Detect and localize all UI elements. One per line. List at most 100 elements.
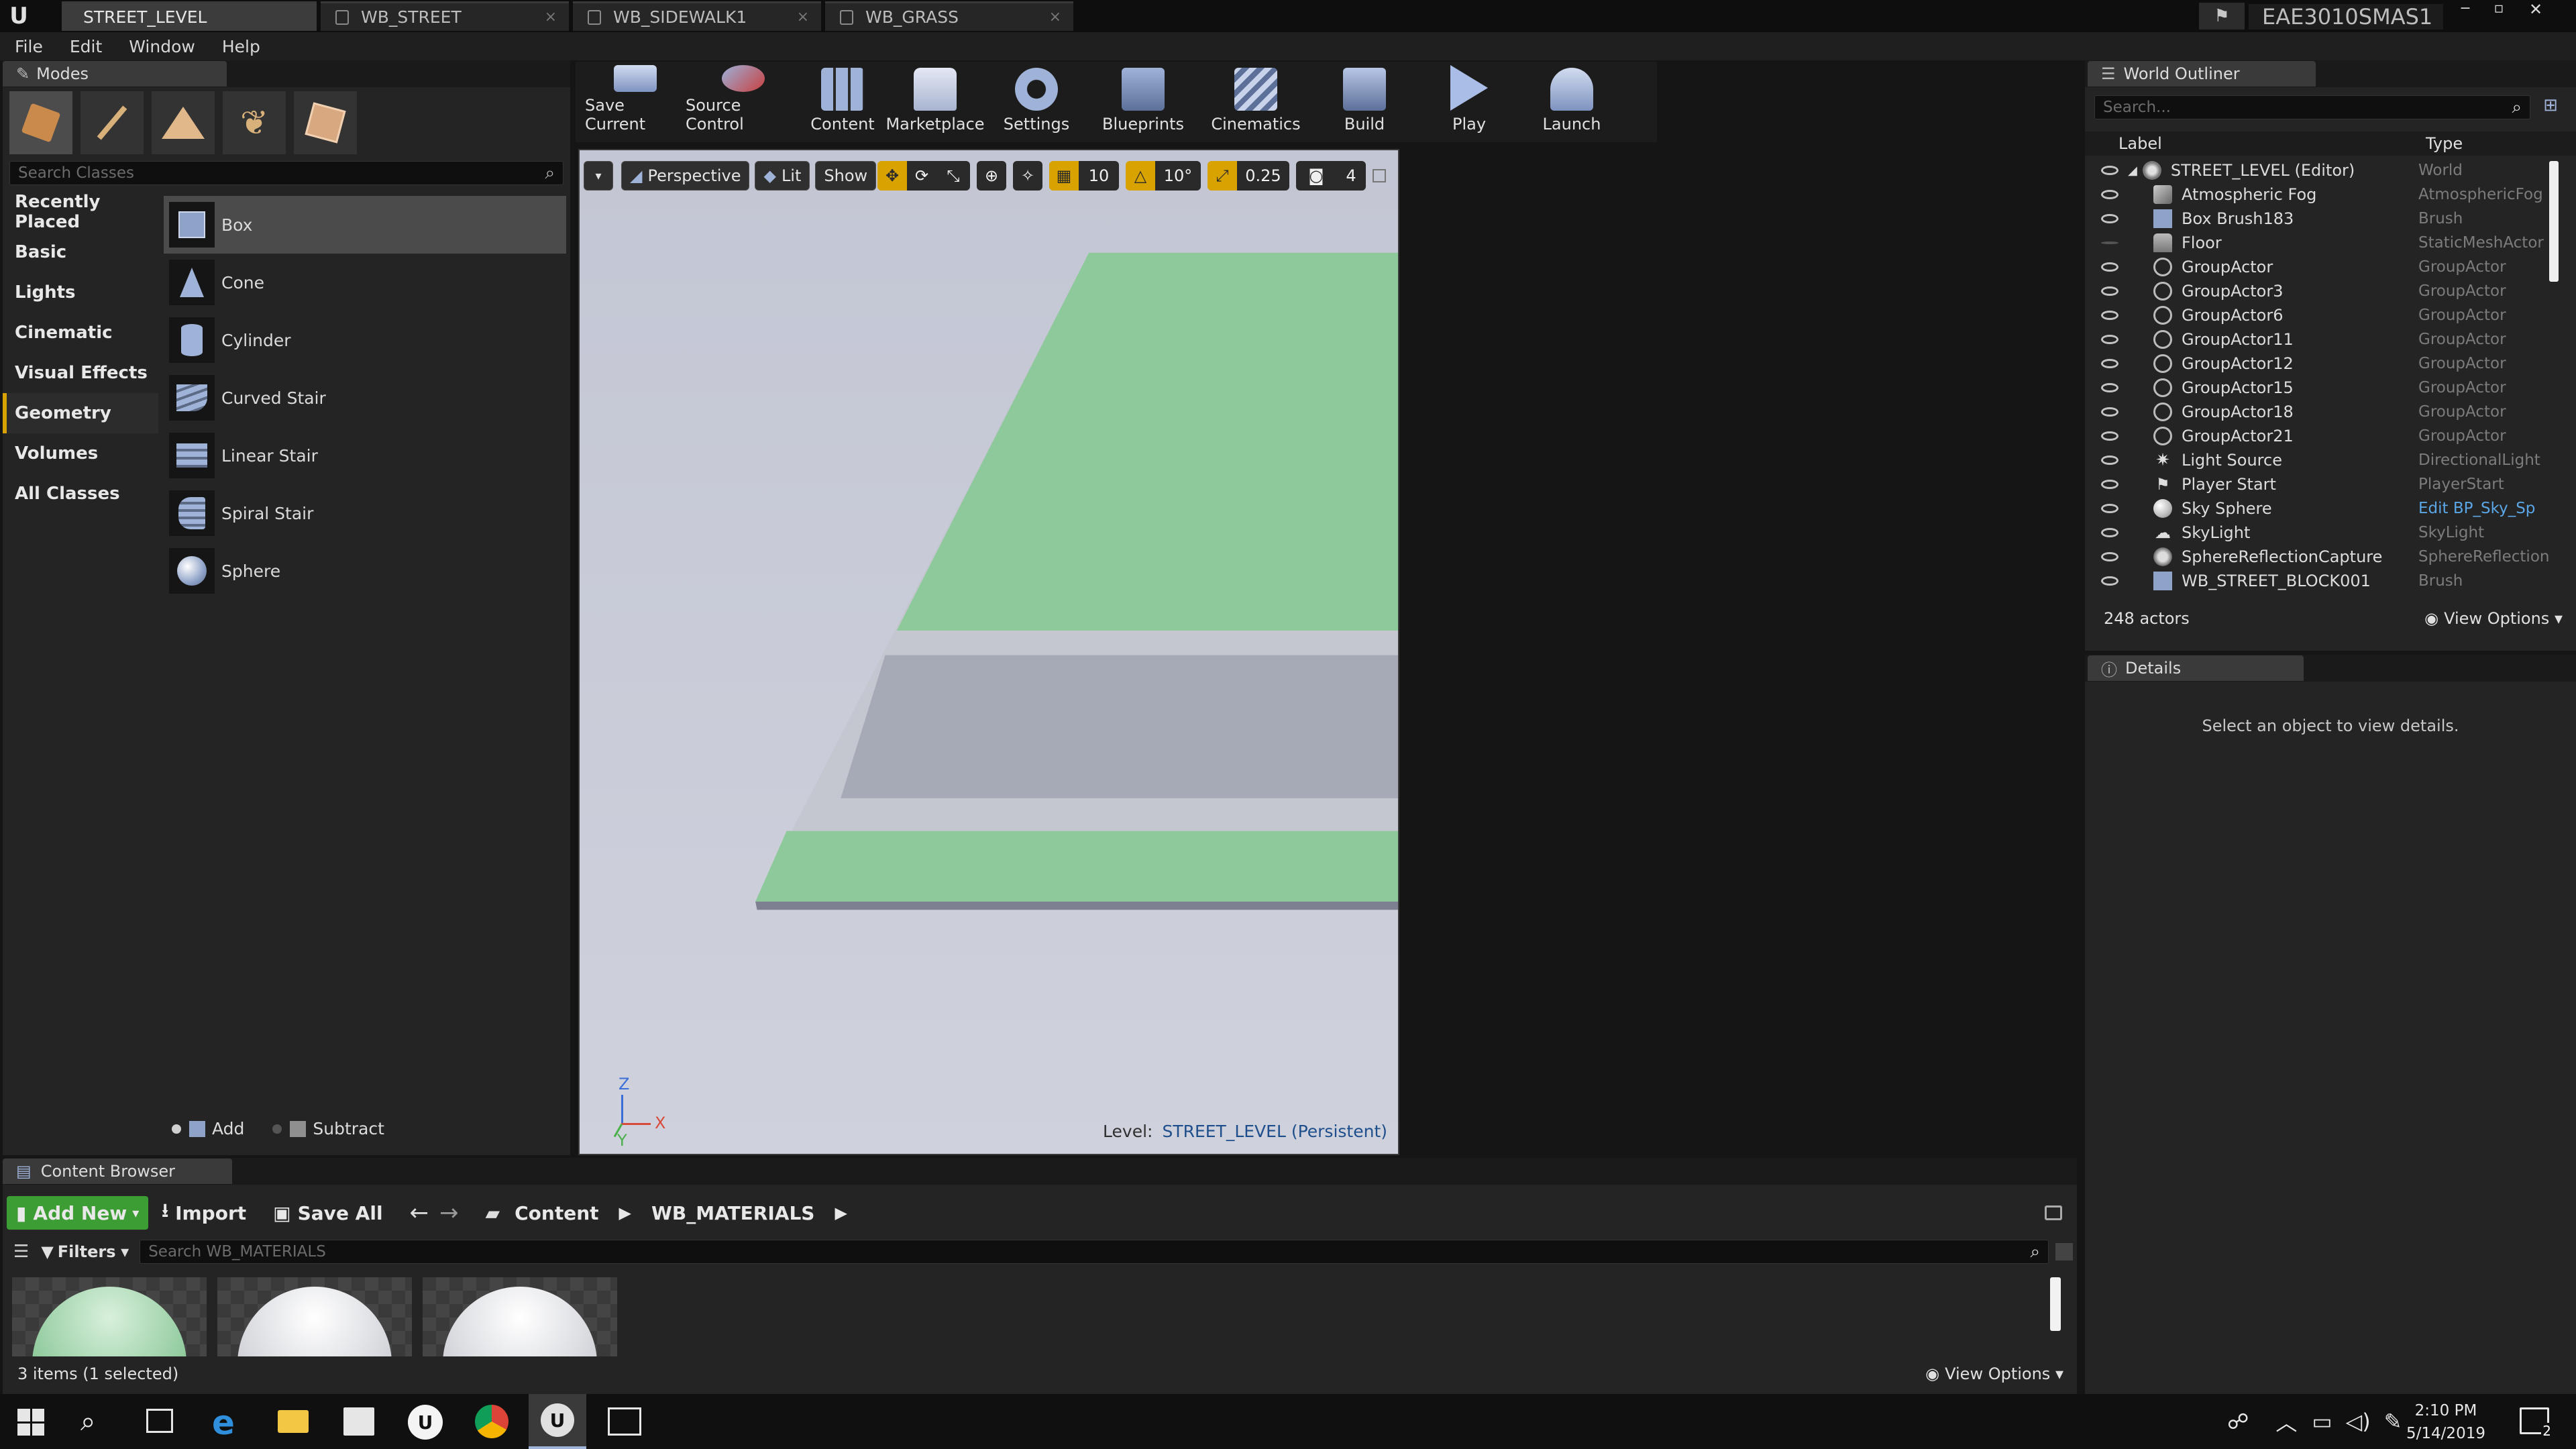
outliner-row[interactable]: GroupActor12 GroupActor (2085, 352, 2555, 376)
visibility-eye-icon[interactable] (2101, 528, 2118, 537)
visibility-eye-icon[interactable] (2101, 480, 2118, 489)
level-viewport[interactable]: ▾ ◢ Perspective ◆ Lit Show ✥ ⟳ ⤡ ⊕ ✧ ▦ 10 … (578, 149, 1399, 1155)
lock-icon[interactable] (2045, 1205, 2062, 1220)
start-windows-icon[interactable] (17, 1409, 44, 1436)
translate-mode-button[interactable]: ✥ (877, 161, 907, 191)
visibility-eye-icon[interactable] (2101, 431, 2118, 441)
content-view-options-button[interactable]: ◉ View Options ▾ (1925, 1364, 2063, 1383)
scale-snap-toggle[interactable]: ⤢ (1208, 161, 1237, 191)
outliner-row-type[interactable]: Edit BP_Sky_Sp (2418, 500, 2535, 517)
rotate-mode-button[interactable]: ⟳ (907, 161, 936, 191)
show-button[interactable]: Show (815, 161, 877, 191)
rotation-snap-toggle[interactable]: △ (1126, 161, 1155, 191)
forward-arrow-icon[interactable]: → (439, 1199, 459, 1226)
visibility-eye-icon[interactable] (2101, 214, 2118, 223)
outliner-row[interactable]: GroupActor21 GroupActor (2085, 424, 2555, 448)
launch-button[interactable]: Launch (1521, 65, 1622, 139)
geometry-item-spiral-stair[interactable]: Spiral Stair (164, 484, 566, 542)
camera-speed-value[interactable]: 4 (1336, 161, 1366, 191)
save-all-button[interactable]: ▣ Save All (273, 1196, 382, 1230)
doc-tab-wb-sidewalk1[interactable]: WB_SIDEWALK1 × (573, 1, 821, 31)
geometry-edit-mode-icon[interactable] (294, 91, 357, 154)
outliner-row[interactable]: GroupActor11 GroupActor (2085, 327, 2555, 352)
back-arrow-icon[interactable]: ← (410, 1199, 429, 1226)
pen-icon[interactable]: ✎ (2384, 1409, 2402, 1434)
content-button[interactable]: Content (801, 65, 884, 139)
category-recently-placed[interactable]: Recently Placed (3, 192, 158, 232)
world-local-button[interactable]: ⊕ (977, 161, 1006, 191)
visibility-eye-icon[interactable] (2101, 190, 2118, 199)
build-button[interactable]: Build (1312, 65, 1417, 139)
outliner-row[interactable]: ☁ SkyLight SkyLight (2085, 521, 2555, 545)
close-icon[interactable]: × (1049, 9, 1061, 25)
taskbar-search-icon[interactable]: ⌕ (80, 1406, 95, 1437)
add-new-button[interactable]: ▮ Add New ▾ (7, 1196, 149, 1230)
visibility-eye-icon[interactable] (2101, 359, 2118, 368)
close-icon[interactable]: × (545, 9, 557, 25)
outliner-row[interactable]: GroupActor18 GroupActor (2085, 400, 2555, 424)
geometry-item-cone[interactable]: Cone (164, 254, 566, 311)
geometry-item-box[interactable]: Box (164, 196, 566, 254)
task-view-icon[interactable] (146, 1409, 173, 1433)
add-radio[interactable] (172, 1124, 181, 1134)
doc-tab-street-level[interactable]: STREET_LEVEL (62, 1, 317, 31)
rotation-snap-value[interactable]: 10° (1155, 161, 1201, 191)
visibility-eye-icon[interactable] (2101, 552, 2118, 561)
scale-snap-value[interactable]: 0.25 (1237, 161, 1289, 191)
content-browser-tab[interactable]: ▤ Content Browser (3, 1159, 232, 1184)
camera-speed-button[interactable]: ◙ (1296, 161, 1336, 191)
chrome-icon[interactable] (475, 1405, 508, 1438)
network-icon[interactable]: ▭ (2312, 1409, 2332, 1434)
save-current-button[interactable]: Save Current (585, 65, 686, 139)
people-icon[interactable]: ☍ (2227, 1409, 2249, 1434)
sources-toggle-icon[interactable]: ☰ (13, 1242, 29, 1262)
place-mode-icon[interactable] (9, 91, 72, 154)
outliner-row[interactable]: Box Brush183 Brush (2085, 207, 2555, 231)
viewport-options-button[interactable]: ▾ (584, 161, 613, 191)
visibility-eye-icon[interactable] (2101, 311, 2118, 320)
clock[interactable]: 2:10 PM 5/14/2019 (2406, 1399, 2486, 1445)
category-all-classes[interactable]: All Classes (3, 474, 158, 514)
visibility-eye-icon[interactable] (2101, 407, 2118, 417)
outliner-row[interactable]: Atmospheric Fog AtmosphericFog (2085, 182, 2555, 207)
geometry-item-sphere[interactable]: Sphere (164, 542, 566, 600)
visibility-eye-icon[interactable] (2101, 262, 2118, 272)
file-explorer-icon[interactable] (278, 1410, 309, 1433)
visibility-eye-icon[interactable] (2101, 455, 2118, 465)
subtract-radio[interactable] (272, 1124, 282, 1134)
outliner-row[interactable]: ⚑ Player Start PlayerStart (2085, 472, 2555, 496)
outliner-row[interactable]: GroupActor6 GroupActor (2085, 303, 2555, 327)
asset-scrollbar[interactable] (2050, 1277, 2061, 1331)
menu-help[interactable]: Help (222, 37, 260, 56)
asset-thumbnail-grass[interactable] (12, 1277, 207, 1356)
geometry-item-cylinder[interactable]: Cylinder (164, 311, 566, 369)
doc-tab-wb-street[interactable]: WB_STREET × (321, 1, 569, 31)
cinematics-button[interactable]: Cinematics (1199, 65, 1312, 139)
unreal-editor-taskbar-icon[interactable]: U (529, 1394, 586, 1449)
notifications-icon[interactable]: 2 (2520, 1407, 2553, 1439)
category-lights[interactable]: Lights (3, 272, 158, 313)
category-visual-effects[interactable]: Visual Effects (3, 353, 158, 393)
menu-edit[interactable]: Edit (70, 37, 102, 56)
doc-tab-wb-grass[interactable]: WB_GRASS × (825, 1, 1073, 31)
blueprints-button[interactable]: Blueprints (1087, 65, 1199, 139)
outliner-row[interactable]: GroupActor3 GroupActor (2085, 279, 2555, 303)
visibility-eye-icon[interactable] (2101, 241, 2118, 244)
breadcrumb-separator-icon[interactable]: ▶ (835, 1203, 847, 1222)
visibility-eye-icon[interactable] (2101, 166, 2118, 175)
foliage-mode-icon[interactable]: ❦ (223, 91, 286, 154)
grid-snap-value[interactable]: 10 (1079, 161, 1119, 191)
edge-browser-icon[interactable]: e (212, 1403, 235, 1442)
source-control-button[interactable]: Source Control (686, 65, 801, 139)
close-window-button[interactable]: ✕ (2516, 0, 2556, 20)
maximize-viewport-icon[interactable] (1373, 169, 1386, 182)
visibility-eye-icon[interactable] (2101, 286, 2118, 296)
settings-button[interactable]: Settings (986, 65, 1087, 139)
grid-snap-toggle[interactable]: ▦ (1049, 161, 1079, 191)
outliner-row[interactable]: GroupActor15 GroupActor (2085, 376, 2555, 400)
perspective-button[interactable]: ◢ Perspective (621, 161, 750, 191)
outliner-row[interactable]: Sky Sphere Edit BP_Sky_Sp (2085, 496, 2555, 521)
outliner-row[interactable]: WB_STREET_BLOCK001 Brush (2085, 569, 2555, 593)
outliner-row[interactable]: Floor StaticMeshActor (2085, 231, 2555, 255)
import-button[interactable]: ⭳ Import (162, 1196, 246, 1230)
